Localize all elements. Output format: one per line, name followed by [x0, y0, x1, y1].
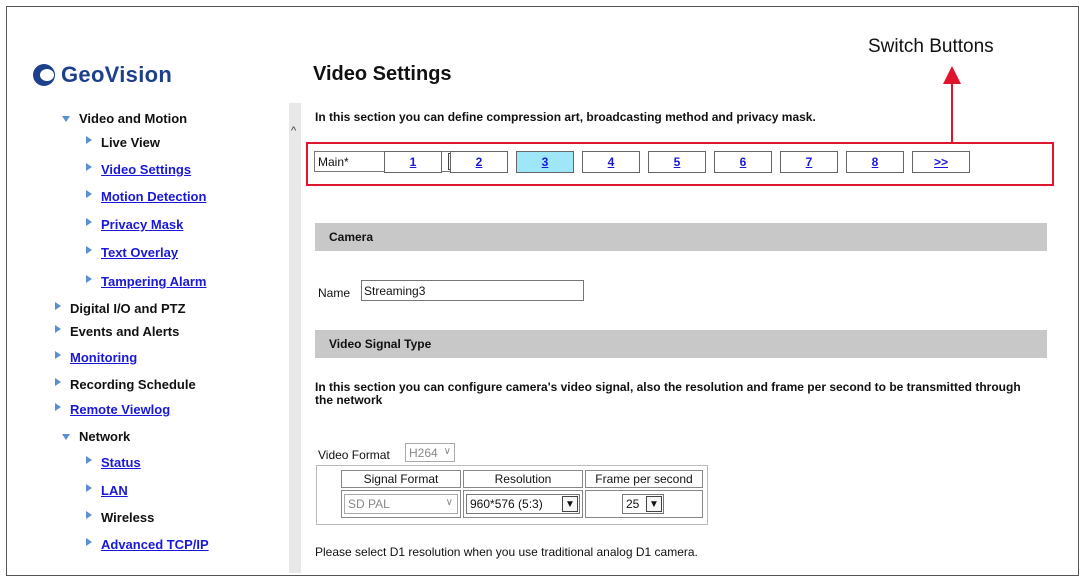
bullet-arrow-icon: [86, 274, 92, 283]
logo-mark-icon: [33, 64, 55, 86]
switch-buttons-annotation: Switch Buttons: [868, 36, 994, 57]
bullet-arrow-icon: [55, 402, 61, 411]
fps-select[interactable]: 25 ▼: [622, 494, 664, 514]
sidebar-item-label: Live View: [101, 135, 161, 150]
video-format-select[interactable]: H264 ∨: [405, 443, 455, 462]
sidebar-item-video-and-motion[interactable]: Video and Motion: [62, 111, 187, 126]
sidebar-item-tampering-alarm[interactable]: Tampering Alarm: [86, 274, 206, 289]
name-label: Name: [318, 286, 351, 300]
signal-format-select[interactable]: SD PAL ∨: [344, 494, 458, 514]
bullet-arrow-icon: [86, 217, 92, 226]
stream-tab-7[interactable]: 7: [780, 151, 838, 173]
scroll-up-icon[interactable]: ^: [291, 125, 296, 137]
sidebar-item-label: Tampering Alarm: [101, 274, 207, 289]
video-signal-table: Signal Format Resolution Frame per secon…: [316, 465, 708, 525]
sidebar-item-label: Events and Alerts: [70, 324, 180, 339]
sidebar-item-label: LAN: [101, 483, 128, 498]
sidebar-item-label: Digital I/O and PTZ: [70, 301, 186, 316]
stream-tab-6[interactable]: 6: [714, 151, 772, 173]
bullet-arrow-icon: [86, 162, 92, 171]
annotation-arrow-line: [951, 83, 953, 142]
stream-tab-4[interactable]: 4: [582, 151, 640, 173]
sidebar-item-recording-schedule[interactable]: Recording Schedule: [55, 377, 196, 392]
chevron-down-icon: ▼: [562, 496, 578, 512]
sidebar-item-advanced-tcp-ip[interactable]: Advanced TCP/IP: [86, 537, 209, 552]
table-header-fps: Frame per second: [585, 470, 703, 488]
bullet-arrow-icon: [86, 483, 92, 492]
video-format-label: Video Format: [318, 448, 390, 462]
expand-arrow-icon: [62, 433, 70, 440]
sidebar-item-remote-viewlog[interactable]: Remote Viewlog: [55, 402, 170, 417]
bullet-arrow-icon: [86, 537, 92, 546]
bullet-arrow-icon: [55, 350, 61, 359]
signal-description: In this section you can configure camera…: [315, 380, 1021, 407]
stream-tab-next[interactable]: >>: [912, 151, 970, 173]
bullet-arrow-icon: [55, 377, 61, 386]
sidebar-item-status[interactable]: Status: [86, 455, 141, 470]
sidebar-item-text-overlay[interactable]: Text Overlay: [86, 245, 178, 260]
stream-tab-5[interactable]: 5: [648, 151, 706, 173]
sidebar-item-live-view[interactable]: Live View: [86, 135, 160, 150]
sidebar-item-monitoring[interactable]: Monitoring: [55, 350, 137, 365]
sidebar-item-label: Motion Detection: [101, 189, 207, 204]
intro-text: In this section you can define compressi…: [315, 110, 816, 124]
stream-switch-buttons: 1 2 3 4 5 6 7 8 >>: [384, 151, 978, 173]
logo-text: GeoVision: [61, 62, 173, 87]
sidebar-item-privacy-mask[interactable]: Privacy Mask: [86, 217, 183, 232]
table-cell: SD PAL ∨: [341, 490, 461, 518]
stream-tab-1[interactable]: 1: [384, 151, 442, 173]
fps-value: 25: [626, 497, 640, 511]
chevron-down-icon: ∨: [443, 446, 451, 457]
bullet-arrow-icon: [86, 135, 92, 144]
table-cell: 25 ▼: [585, 490, 703, 518]
bullet-arrow-icon: [86, 189, 92, 198]
video-format-value: H264: [409, 445, 438, 460]
stream-tab-8[interactable]: 8: [846, 151, 904, 173]
bullet-arrow-icon: [86, 510, 92, 519]
resolution-select[interactable]: 960*576 (5:3) ▼: [466, 494, 580, 514]
table-cell: 960*576 (5:3) ▼: [463, 490, 583, 518]
bullet-arrow-icon: [55, 324, 61, 333]
sidebar-item-network[interactable]: Network: [62, 429, 130, 444]
expand-arrow-icon: [62, 115, 70, 122]
name-input[interactable]: Streaming3: [361, 280, 584, 301]
video-signal-section-header: Video Signal Type: [315, 330, 1047, 358]
geovision-logo: GeoVision: [33, 62, 172, 88]
table-header-signal-format: Signal Format: [341, 470, 461, 488]
scrollbar[interactable]: [289, 103, 301, 573]
sidebar-item-motion-detection[interactable]: Motion Detection: [86, 189, 206, 204]
table-header-resolution: Resolution: [463, 470, 583, 488]
sidebar-item-video-settings[interactable]: Video Settings: [86, 162, 191, 177]
sidebar-item-label: Video Settings: [101, 162, 192, 177]
chevron-down-icon: ∨: [445, 497, 453, 508]
footnote: Please select D1 resolution when you use…: [315, 545, 698, 559]
annotation-arrow-icon: [943, 66, 961, 84]
bullet-arrow-icon: [86, 455, 92, 464]
sidebar-item-wireless[interactable]: Wireless: [86, 510, 154, 525]
sidebar-item-events-and-alerts[interactable]: Events and Alerts: [55, 324, 179, 339]
sidebar-item-label: Remote Viewlog: [70, 402, 171, 417]
stream-tab-2[interactable]: 2: [450, 151, 508, 173]
sidebar-item-digital-i-o-and-ptz[interactable]: Digital I/O and PTZ: [55, 301, 186, 316]
sidebar-item-label: Privacy Mask: [101, 217, 184, 232]
stream-tab-3[interactable]: 3: [516, 151, 574, 173]
bullet-arrow-icon: [55, 301, 61, 310]
sidebar-item-label: Advanced TCP/IP: [101, 537, 209, 552]
name-input-value: Streaming3: [364, 283, 426, 298]
sidebar-item-lan[interactable]: LAN: [86, 483, 128, 498]
sidebar-item-label: Video and Motion: [79, 111, 188, 126]
stream-select-value: Main*: [318, 154, 349, 169]
sidebar-item-label: Text Overlay: [101, 245, 179, 260]
chevron-down-icon: ▼: [646, 496, 662, 512]
resolution-value: 960*576 (5:3): [470, 497, 543, 511]
sidebar-item-label: Recording Schedule: [70, 377, 196, 392]
sidebar-item-label: Monitoring: [70, 350, 138, 365]
sidebar-item-label: Wireless: [101, 510, 155, 525]
page-title: Video Settings: [313, 63, 452, 85]
camera-section-header: Camera: [315, 223, 1047, 251]
bullet-arrow-icon: [86, 245, 92, 254]
sidebar-item-label: Status: [101, 455, 141, 470]
signal-format-value: SD PAL: [348, 497, 390, 511]
sidebar-item-label: Network: [79, 429, 131, 444]
